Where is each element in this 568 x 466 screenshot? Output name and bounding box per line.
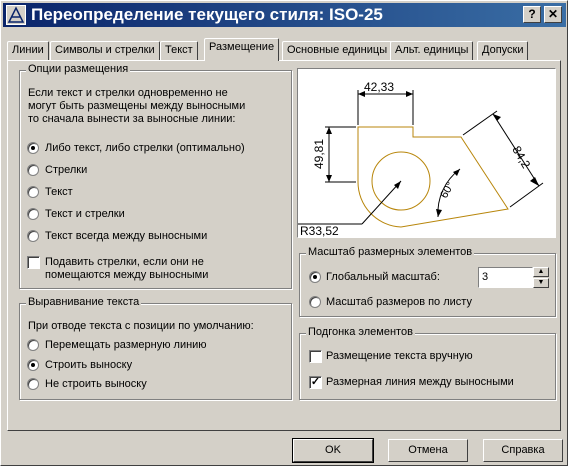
radio-text[interactable] (27, 186, 39, 198)
radio-scale-to-layout[interactable] (309, 296, 321, 308)
help-button[interactable]: Справка (483, 439, 563, 462)
suppress-arrows-label-2[interactable]: помещаются между выносными (45, 269, 208, 282)
dim-line-between-label[interactable]: Размерная линия между выносными (326, 376, 514, 389)
global-scale-input[interactable]: 3 (478, 267, 533, 288)
radio-global-scale-label[interactable]: Глобальный масштаб: (326, 271, 440, 284)
text-placement-description: При отводе текста с позиции по умолчанию… (28, 320, 254, 332)
suppress-arrows-label-1[interactable]: Подавить стрелки, если они не (45, 256, 204, 269)
ok-button[interactable]: OK (292, 438, 374, 463)
radio-text-always-between[interactable] (27, 230, 39, 242)
radio-text-always-between-label[interactable]: Текст всегда между выносными (45, 230, 207, 243)
tab-symbols-arrows[interactable]: Символы и стрелки (50, 41, 160, 60)
preview-drawing: 42,33 49,81 84,2 60° R33,52 (296, 80, 544, 238)
dim-vertical-text: 49,81 (312, 139, 326, 169)
text-placement-title: Выравнивание текста (26, 296, 142, 308)
scale-down-arrow-icon[interactable]: ▼ (533, 278, 549, 288)
dimension-lines (296, 90, 544, 225)
tab-lines[interactable]: Линии (7, 41, 49, 60)
radio-with-leader-label[interactable]: Строить выноску (45, 359, 132, 372)
scale-group-title: Масштаб размерных элементов (306, 246, 475, 258)
radio-without-leader-label[interactable]: Не строить выноску (45, 378, 147, 391)
dim-line-between-checkbox[interactable]: ✓ (309, 376, 322, 389)
tab-fit[interactable]: Размещение (204, 38, 280, 61)
radio-arrows-label[interactable]: Стрелки (45, 164, 87, 177)
scale-up-arrow-icon[interactable]: ▲ (533, 267, 549, 277)
radio-move-dim-line-label[interactable]: Перемещать размерную линию (45, 339, 207, 352)
fit-options-title: Опции размещения (26, 63, 131, 75)
close-button[interactable]: ✕ (544, 6, 562, 23)
dim-horizontal-text: 42,33 (364, 80, 394, 94)
tab-tolerances[interactable]: Допуски (477, 41, 529, 60)
fit-description-line-3: то сначала вынести за выносные линии: (28, 113, 236, 125)
window-title: Переопределение текущего стиля: ISO-25 (31, 5, 383, 24)
dimension-style-override-dialog: Переопределение текущего стиля: ISO-25 ?… (0, 0, 568, 466)
cancel-button[interactable]: Отмена (388, 439, 468, 462)
radio-text-or-arrows-label[interactable]: Либо текст, либо стрелки (оптимально) (45, 142, 245, 155)
suppress-arrows-checkbox[interactable] (27, 256, 40, 269)
radio-with-leader[interactable] (27, 359, 39, 371)
fit-description-line-1: Если текст и стрелки одновременно не (28, 87, 228, 99)
radio-global-scale[interactable] (309, 271, 321, 283)
dim-aligned-text: 84,2 (509, 144, 533, 172)
radio-move-dim-line[interactable] (27, 339, 39, 351)
radio-text-or-arrows[interactable] (27, 142, 39, 154)
radio-text-and-arrows-label[interactable]: Текст и стрелки (45, 208, 125, 221)
tab-primary-units[interactable]: Основные единицы (282, 41, 393, 60)
radio-arrows[interactable] (27, 164, 39, 176)
fine-tuning-group: Подгонка элементов (299, 326, 556, 400)
manual-text-label[interactable]: Размещение текста вручную (326, 350, 473, 363)
radio-scale-to-layout-label[interactable]: Масштаб размеров по листу (326, 296, 472, 309)
radio-text-label[interactable]: Текст (45, 186, 73, 199)
radio-without-leader[interactable] (27, 378, 39, 390)
fit-description-line-2: могут быть размещены между выносными (28, 100, 246, 112)
part-outline (357, 126, 509, 228)
fine-tuning-title: Подгонка элементов (306, 326, 415, 338)
help-title-button[interactable]: ? (523, 6, 541, 23)
dim-angle-text: 60° (438, 180, 457, 200)
title-bar[interactable]: Переопределение текущего стиля: ISO-25 ?… (3, 3, 566, 27)
manual-text-checkbox[interactable] (309, 350, 322, 363)
dim-radius-text: R33,52 (300, 224, 339, 237)
autocad-app-icon (6, 5, 26, 25)
tab-alternate-units[interactable]: Альт. единицы (390, 41, 474, 60)
tab-text[interactable]: Текст (160, 41, 198, 60)
radio-text-and-arrows[interactable] (27, 208, 39, 220)
dimension-preview: 42,33 49,81 84,2 60° R33,52 (296, 68, 556, 238)
